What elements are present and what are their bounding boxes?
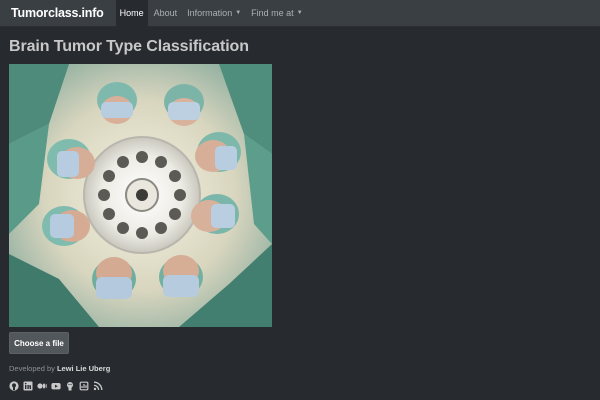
nav-about-label: About — [153, 8, 178, 18]
youtube-icon[interactable] — [51, 381, 61, 391]
nav-information-dropdown[interactable]: Information ▼ — [183, 0, 245, 27]
github-icon[interactable] — [9, 381, 19, 391]
page-title: Brain Tumor Type Classification — [9, 38, 249, 55]
brand-link[interactable]: Tumorclass.info — [11, 6, 104, 20]
nav-home[interactable]: Home — [115, 0, 148, 27]
nav-find-me-label: Find me at — [251, 8, 294, 18]
nav-find-me-dropdown[interactable]: Find me at ▼ — [247, 0, 306, 27]
chevron-down-icon: ▼ — [296, 10, 303, 16]
developer-link[interactable]: Lewi Lie Uberg — [57, 364, 110, 373]
kaggle-icon[interactable] — [65, 381, 75, 391]
rss-icon[interactable] — [93, 381, 103, 391]
nav-about[interactable]: About — [150, 0, 182, 27]
developed-by-label: Developed by — [9, 364, 55, 373]
developer-credit: Developed by Lewi Lie Uberg — [9, 364, 110, 373]
nav-information-label: Information — [187, 8, 233, 18]
medium-icon[interactable] — [37, 381, 47, 391]
podcast-icon[interactable] — [79, 381, 89, 391]
top-navbar: Tumorclass.info Home About Information ▼… — [0, 0, 600, 27]
social-links — [9, 381, 103, 391]
nav-home-label: Home — [119, 8, 144, 18]
linkedin-icon[interactable] — [23, 381, 33, 391]
hero-image-surgeons — [9, 64, 272, 327]
choose-file-button[interactable]: Choose a file — [9, 332, 69, 354]
chevron-down-icon: ▼ — [235, 10, 242, 16]
